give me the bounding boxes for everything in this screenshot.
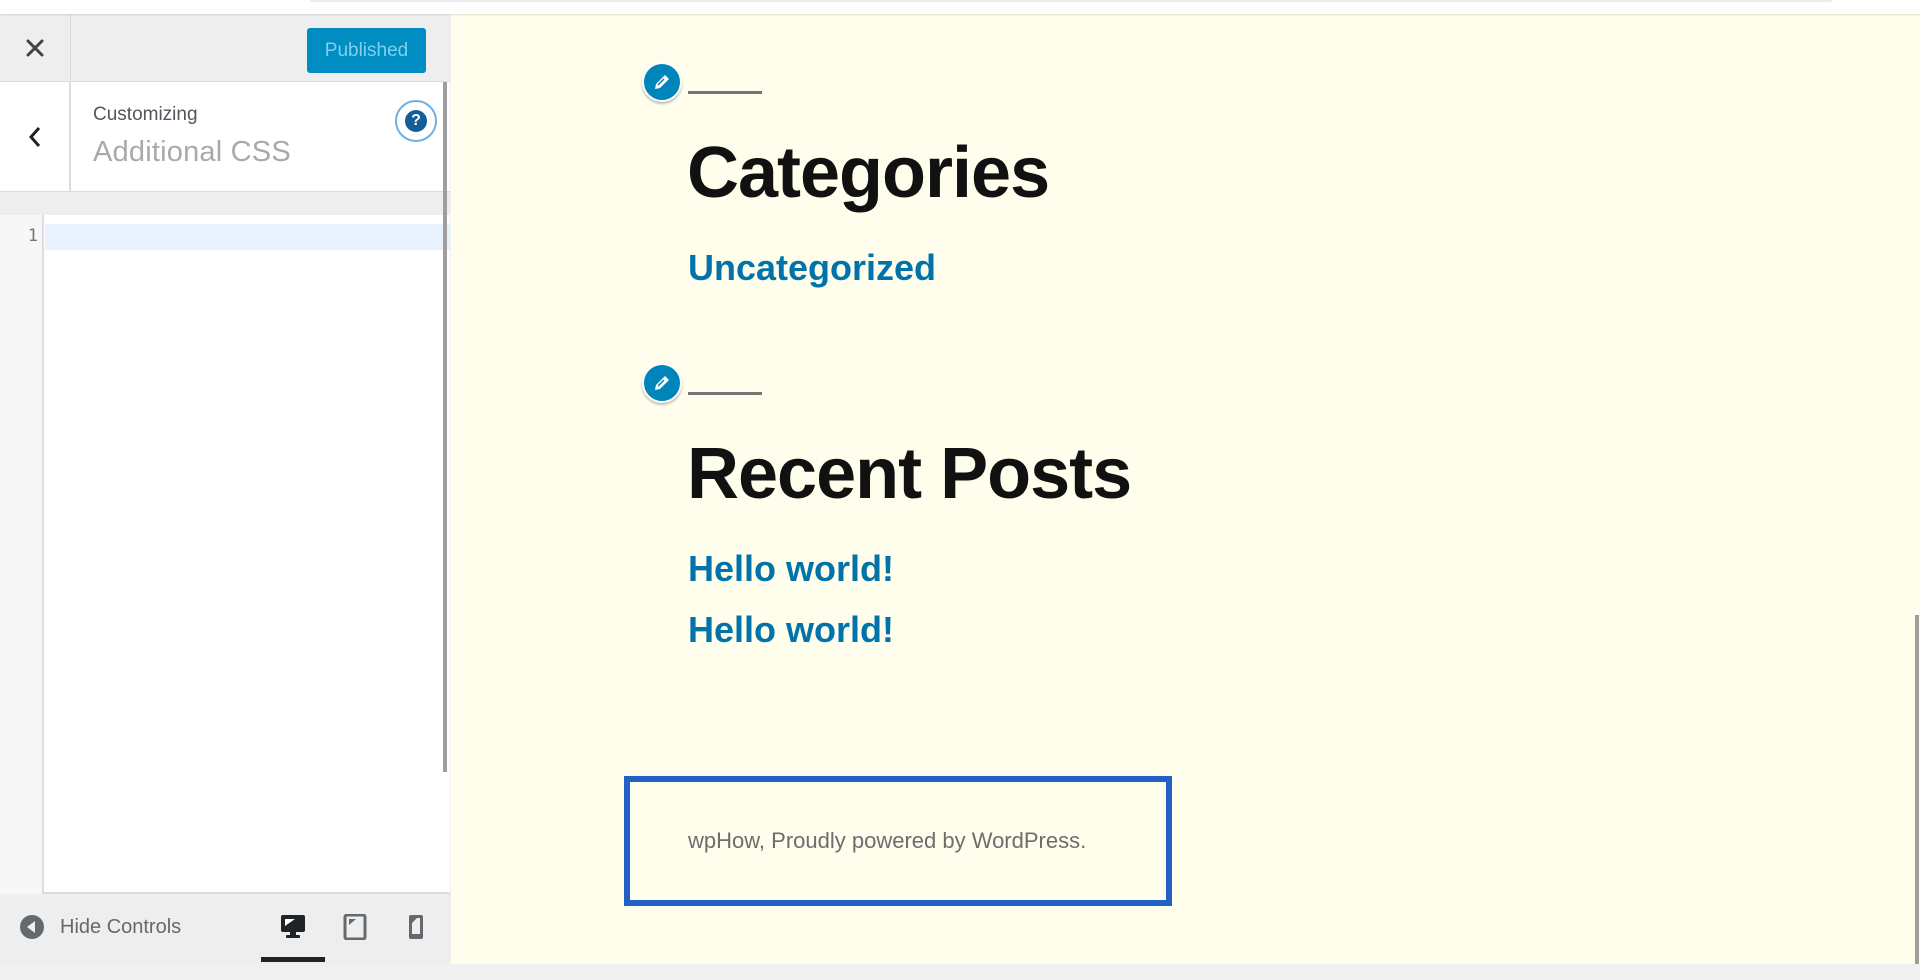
editor-border [44, 892, 450, 894]
preview-mobile-button[interactable] [396, 910, 436, 944]
recent-post-link[interactable]: Hello world! [688, 609, 894, 651]
edit-widget-categories-button[interactable] [642, 62, 682, 102]
tablet-icon [343, 914, 367, 940]
section-spacer [0, 192, 450, 215]
publish-button[interactable]: Published [307, 28, 426, 73]
address-bar-edge [310, 0, 1832, 2]
widget-separator [688, 392, 762, 395]
hide-controls-button[interactable]: Hide Controls [20, 910, 181, 944]
section-title: Additional CSS [93, 136, 291, 168]
mobile-icon [409, 915, 423, 939]
site-footer-highlight[interactable]: wpHow, Proudly powered by WordPress. [624, 776, 1172, 906]
edit-widget-recent-posts-button[interactable] [642, 363, 682, 403]
collapse-arrow-icon [20, 915, 44, 939]
widget-title-categories: Categories [687, 133, 1050, 213]
back-button[interactable] [0, 82, 71, 191]
help-icon: ? [405, 110, 427, 132]
browser-top-strip [0, 0, 1920, 14]
help-button[interactable]: ? [395, 100, 437, 142]
hide-controls-label: Hide Controls [60, 915, 182, 938]
window-bottom-bar [0, 964, 1920, 980]
recent-post-link[interactable]: Hello world! [688, 548, 894, 590]
close-customizer-button[interactable] [0, 14, 71, 82]
widget-separator [688, 91, 762, 94]
line-number-gutter: 1 [0, 215, 44, 894]
pencil-icon [655, 75, 669, 89]
customizer-sidebar: Published Customizing Additional CSS ? 1… [0, 14, 450, 964]
desktop-icon [281, 915, 305, 938]
customizer-footer: Hide Controls [0, 896, 450, 964]
category-link[interactable]: Uncategorized [688, 247, 936, 289]
css-code-editor[interactable]: 1 [0, 215, 450, 894]
close-icon [26, 39, 44, 57]
chevron-left-icon [28, 126, 40, 147]
site-preview: Categories Uncategorized Recent Posts He… [451, 14, 1920, 964]
sidebar-scrollbar[interactable] [443, 82, 447, 772]
customizing-label: Customizing [93, 104, 198, 125]
line-number: 1 [27, 226, 38, 246]
widget-title-recent-posts: Recent Posts [687, 434, 1132, 514]
site-footer-credit: wpHow, Proudly powered by WordPress. [688, 828, 1087, 853]
preview-tablet-button[interactable] [335, 910, 375, 944]
pencil-icon [655, 376, 669, 390]
preview-desktop-button[interactable] [261, 910, 325, 962]
active-line-highlight[interactable] [45, 224, 450, 250]
section-header: Customizing Additional CSS ? [0, 82, 450, 192]
customizer-header: Published [0, 14, 450, 82]
preview-scrollbar[interactable] [1915, 615, 1919, 964]
